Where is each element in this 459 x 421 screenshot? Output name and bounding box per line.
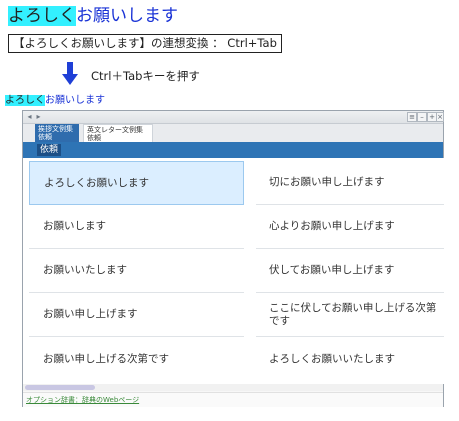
forward-icon[interactable]: ▸ bbox=[34, 112, 43, 121]
minimize-icon[interactable]: – bbox=[417, 112, 427, 122]
candidate-text: 切にお願い申し上げます bbox=[269, 176, 385, 188]
candidate-item[interactable]: 心よりお願い申し上げます bbox=[256, 205, 444, 249]
horizontal-scrollbar[interactable] bbox=[23, 384, 443, 391]
instruction-text: Ctrl＋Tabキーを押す bbox=[91, 69, 200, 83]
candidate-item[interactable]: よろしくお願いいたします bbox=[256, 337, 444, 381]
candidate-item[interactable]: 伏してお願い申し上げます bbox=[256, 249, 444, 293]
shortcut-description: 【よろしくお願いします】の連想変換 ： Ctrl+Tab bbox=[8, 34, 282, 53]
ime-candidate-window: ◂ ▸ ≡ – + × 挨拶文例集 依頼 英文レター文例集 依頼 依頼 よろしく… bbox=[22, 110, 444, 407]
candidate-grid: よろしくお願いします お願いします お願いいたします お願い申し上げます お願い… bbox=[23, 158, 444, 384]
candidate-item[interactable]: お願い申し上げます bbox=[29, 293, 244, 337]
input-echo-rest: お願いします bbox=[45, 95, 105, 106]
input-echo: よろしくお願いします bbox=[5, 95, 105, 107]
candidate-text: 心よりお願い申し上げます bbox=[269, 220, 395, 232]
candidate-text: お願い申し上げる次第です bbox=[43, 352, 169, 365]
header-highlight-text: よろしく bbox=[8, 6, 76, 26]
header-sample-text: よろしくお願いします bbox=[8, 6, 178, 26]
candidate-item[interactable]: よろしくお願いします bbox=[29, 161, 244, 205]
candidate-text: お願い申し上げます bbox=[43, 308, 138, 320]
dictionary-tabs: 挨拶文例集 依頼 英文レター文例集 依頼 bbox=[23, 124, 443, 142]
candidate-text: お願いします bbox=[43, 220, 106, 232]
header-rest-text: お願いします bbox=[76, 6, 178, 26]
scrollbar-thumb[interactable] bbox=[25, 385, 95, 390]
down-arrow-icon bbox=[62, 62, 78, 85]
tab-subtitle: 依頼 bbox=[87, 134, 101, 142]
close-icon[interactable]: × bbox=[436, 112, 444, 122]
candidate-item[interactable]: お願いします bbox=[29, 205, 244, 249]
candidate-text: よろしくお願いします bbox=[44, 176, 149, 189]
category-label[interactable]: 依頼 bbox=[37, 144, 62, 156]
window-footer: オプション辞書：辞典のWebページ bbox=[23, 392, 443, 407]
tab-aisatsu-bunreishu[interactable]: 挨拶文例集 依頼 bbox=[35, 124, 79, 142]
candidate-text: 伏してお願い申し上げます bbox=[269, 264, 395, 276]
tab-title: 英文レター文例集 bbox=[87, 126, 143, 134]
candidate-item[interactable]: お願いいたします bbox=[29, 249, 244, 293]
candidate-item[interactable]: お願い申し上げる次第です bbox=[29, 337, 244, 381]
tab-eibun-letter-bunreishu[interactable]: 英文レター文例集 依頼 bbox=[83, 124, 153, 142]
candidate-item[interactable]: ここに伏してお願い申し上げる次第です bbox=[256, 293, 444, 337]
window-titlebar: ◂ ▸ ≡ – + × bbox=[23, 111, 444, 124]
tab-title: 挨拶文例集 bbox=[38, 125, 73, 133]
dictionary-web-link[interactable]: オプション辞書：辞典のWebページ bbox=[26, 395, 139, 405]
input-echo-highlight: よろしく bbox=[5, 95, 45, 106]
candidate-text: よろしくお願いいたします bbox=[269, 352, 395, 365]
category-bar: 依頼 bbox=[23, 142, 443, 158]
candidate-item[interactable]: 切にお願い申し上げます bbox=[256, 161, 444, 205]
candidate-text: ここに伏してお願い申し上げる次第です bbox=[269, 301, 437, 327]
menu-icon[interactable]: ≡ bbox=[407, 112, 417, 122]
back-icon[interactable]: ◂ bbox=[25, 112, 34, 121]
tab-subtitle: 依頼 bbox=[38, 133, 52, 141]
candidate-text: お願いいたします bbox=[43, 264, 127, 276]
